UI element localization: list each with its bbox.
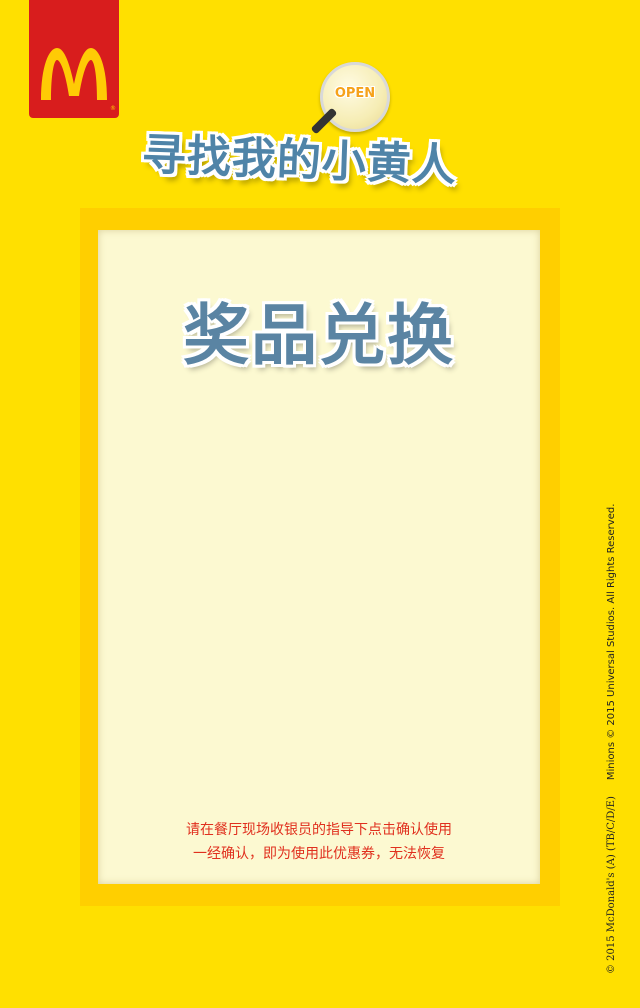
coupon-title: 奖品兑换	[183, 297, 455, 374]
mcdonalds-copyright: © 2015 McDonald's (A) (TB/C/D/E)	[606, 796, 617, 974]
notice-line-2: 一经确认，即为使用此优惠券，无法恢复	[193, 846, 445, 862]
magnifier-icon: OPEN	[310, 62, 390, 135]
copyright-notice: © 2015 McDonald's (A) (TB/C/D/E) Minions …	[606, 464, 617, 974]
open-label: OPEN	[334, 86, 376, 101]
campaign-title: 寻找我的小黄人	[141, 129, 458, 192]
coupon-frame: 奖品兑换 请在餐厅现场收银员的指导下点击确认使用 一经确认，即为使用此优惠券，无…	[80, 208, 560, 906]
coupon-card: 奖品兑换 请在餐厅现场收银员的指导下点击确认使用 一经确认，即为使用此优惠券，无…	[98, 230, 540, 884]
campaign-banner: OPEN 寻找我的小黄人	[138, 62, 510, 191]
golden-arches-icon	[41, 48, 107, 100]
registered-mark: ®	[110, 105, 116, 112]
notice-line-1: 请在餐厅现场收银员的指导下点击确认使用	[186, 822, 452, 838]
mcdonalds-logo: ®	[29, 0, 119, 118]
redeem-notice: 请在餐厅现场收银员的指导下点击确认使用 一经确认，即为使用此优惠券，无法恢复	[98, 818, 540, 866]
universal-copyright: Minions © 2015 Universal Studios. All Ri…	[606, 503, 617, 781]
